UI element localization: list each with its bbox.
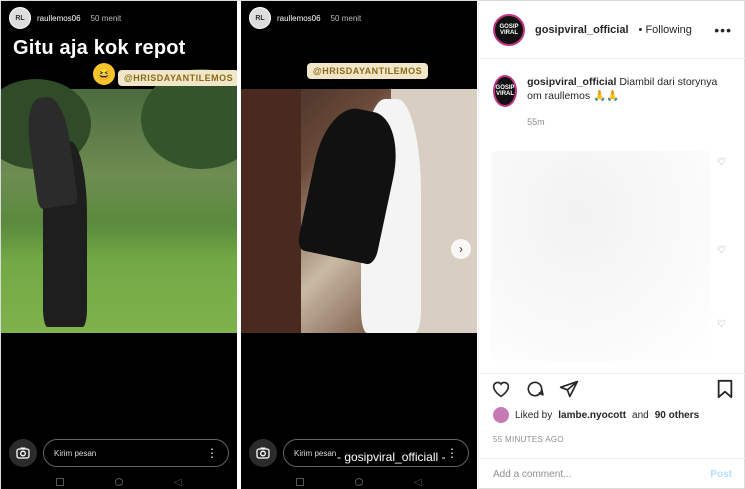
story-header: RL raullemos06 50 menit	[249, 7, 469, 29]
liker-avatar[interactable]	[493, 407, 509, 423]
post-button[interactable]: Post	[710, 469, 732, 480]
android-nav-bar: ◁	[31, 476, 207, 488]
post-side-panel: GOSIP VIRAL gosipviral_official • Follow…	[478, 1, 745, 489]
likes-username[interactable]: lambe.nyocott	[558, 410, 626, 421]
follow-status[interactable]: • Following	[639, 24, 692, 36]
story-time: 50 menit	[330, 13, 362, 23]
comment-input[interactable]	[493, 469, 711, 480]
mention-sticker[interactable]: @HRISDAYANTILEMOS	[307, 63, 429, 79]
likes-and: and	[632, 409, 649, 421]
story-title: Gitu aja kok repot	[13, 37, 186, 59]
story-screenshot-2: RL raullemos06 50 menit @HRISDAYANTILEMO…	[241, 1, 477, 489]
more-options-icon[interactable]: •••	[714, 22, 732, 38]
recent-apps-icon[interactable]	[296, 478, 305, 486]
shop-front-shape	[241, 89, 301, 333]
message-input[interactable]: Kirim pesan ⋮	[43, 439, 229, 467]
home-icon[interactable]	[115, 478, 124, 486]
story-avatar[interactable]: RL	[9, 7, 31, 29]
caption-text: gosipviral_official Diambil dari storyny…	[527, 75, 732, 103]
back-icon[interactable]: ◁	[414, 477, 422, 488]
action-bar	[479, 373, 745, 407]
camera-icon[interactable]	[249, 439, 277, 467]
recent-apps-icon[interactable]	[56, 478, 65, 486]
comment-like-heart-icon[interactable]: ♡	[717, 319, 726, 330]
story-username[interactable]: raullemos06	[277, 14, 321, 23]
story-username[interactable]: raullemos06	[37, 14, 81, 23]
story-footer: Kirim pesan ⋮	[9, 436, 229, 470]
bookmark-icon[interactable]	[716, 379, 734, 403]
app-window: RL raullemos06 50 menit Gitu aja kok rep…	[0, 0, 745, 489]
more-vertical-icon[interactable]: ⋮	[206, 446, 218, 460]
comment-like-heart-icon[interactable]: ♡	[717, 245, 726, 256]
caption-body: gosipviral_official Diambil dari storyny…	[527, 75, 732, 127]
comment-bar: Post	[479, 458, 745, 489]
laughing-emoji-icon: 😆	[93, 63, 115, 85]
next-arrow-icon[interactable]: ›	[451, 239, 471, 259]
story-screenshot-1: RL raullemos06 50 menit Gitu aja kok rep…	[1, 1, 237, 489]
like-heart-icon[interactable]	[491, 380, 511, 402]
story-avatar[interactable]: RL	[249, 7, 271, 29]
profile-avatar[interactable]: GOSIP VIRAL	[493, 13, 525, 46]
likes-others[interactable]: 90 others	[655, 410, 699, 421]
back-icon[interactable]: ◁	[174, 477, 182, 488]
message-placeholder: Kirim pesan	[294, 448, 337, 458]
more-vertical-icon[interactable]: ⋮	[446, 446, 458, 460]
story-header: RL raullemos06 50 menit	[9, 7, 229, 29]
caption-username[interactable]: gosipviral_official	[527, 76, 616, 88]
mention-sticker[interactable]: @HRISDAYANTILEMOS	[118, 70, 237, 86]
post-header: GOSIP VIRAL gosipviral_official • Follow…	[479, 1, 745, 59]
camera-icon[interactable]	[9, 439, 37, 467]
comment-bubble-icon[interactable]	[525, 379, 545, 403]
android-nav-bar: ◁	[271, 476, 447, 488]
caption-block: GOSIP VIRAL gosipviral_official Diambil …	[479, 59, 745, 127]
comment-like-heart-icon[interactable]: ♡	[717, 157, 726, 168]
likes-summary: Liked by lambe.nyocott and 90 others	[493, 407, 699, 423]
share-paper-plane-icon[interactable]	[559, 379, 579, 403]
likes-prefix: Liked by	[515, 409, 553, 421]
home-icon[interactable]	[355, 478, 364, 486]
message-placeholder: Kirim pesan	[54, 448, 97, 458]
caption-avatar[interactable]: GOSIP VIRAL	[493, 75, 518, 107]
street-photo	[241, 89, 477, 333]
park-photo	[1, 69, 237, 333]
watermark-text: - gosipviral_officiall -	[337, 450, 446, 464]
media-carousel: RL raullemos06 50 menit Gitu aja kok rep…	[1, 1, 478, 489]
blurred-comments	[491, 151, 711, 361]
caption-time: 55m	[527, 117, 545, 127]
story-time: 50 menit	[90, 13, 122, 23]
post-username[interactable]: gosipviral_official	[535, 24, 629, 36]
post-timestamp: 55 MINUTES AGO	[493, 435, 564, 444]
